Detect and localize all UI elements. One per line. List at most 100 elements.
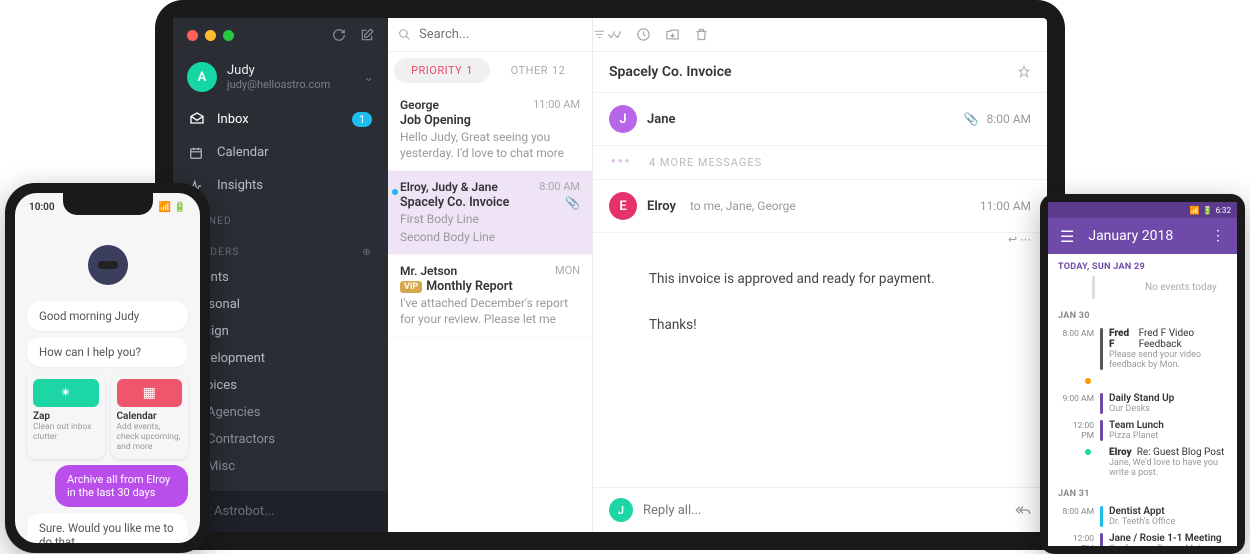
pin-icon[interactable]	[1017, 65, 1031, 79]
card-title: Zap	[33, 411, 99, 422]
add-folder-icon[interactable]: ⊕	[362, 247, 372, 258]
message-time: 8:00 AM	[987, 112, 1031, 126]
close-window-icon[interactable]	[187, 30, 198, 41]
nav-insights-label: Insights	[217, 178, 263, 193]
message-row[interactable]: Mr. JetsonMON VIPMonthly Report I've att…	[388, 255, 592, 337]
sender-name: Elroy	[647, 199, 676, 214]
card-title: Calendar	[117, 411, 183, 422]
message-time: 8:00 AM	[539, 180, 580, 194]
avatar: J	[609, 105, 637, 133]
attachment-icon: 📎	[565, 196, 580, 210]
phone-android-screen: 📶 🔋 6:32 ☰ January 2018 ⋮ TODAY, SUN JAN…	[1048, 202, 1237, 546]
message-subject: Spacely Co. Invoice	[400, 195, 509, 210]
search-input[interactable]	[419, 27, 585, 42]
zap-card[interactable]: ✴ Zap Clean out inbox clutter	[27, 373, 105, 459]
hamburger-icon[interactable]: ☰	[1060, 227, 1074, 246]
bot-message: Good morning Judy	[27, 301, 188, 331]
phone-iphone-frame: 10:00 📶 🔋 Good morning Judy How can I he…	[5, 183, 210, 553]
reply-bar: J	[593, 487, 1047, 532]
reply-icon[interactable]: ↩	[1008, 233, 1017, 246]
minimize-window-icon[interactable]	[205, 30, 216, 41]
calendar-title: January 2018	[1088, 228, 1173, 244]
inbox-icon	[189, 111, 205, 127]
message-from: Mr. Jetson	[400, 264, 457, 278]
battery-icon: 🔋	[1203, 206, 1213, 215]
avatar: E	[609, 192, 637, 220]
vip-badge: VIP	[400, 281, 422, 293]
notch	[63, 193, 153, 215]
status-time: 10:00	[29, 202, 55, 213]
event-time: 8:00 AM	[1058, 328, 1094, 370]
window-controls	[173, 18, 388, 52]
trash-icon[interactable]	[694, 27, 709, 42]
event-marker	[1058, 447, 1094, 478]
calendar-event[interactable]	[1048, 373, 1237, 390]
message-preview: Hello Judy, Great seeing you yesterday. …	[400, 130, 580, 161]
thread-message-collapsed[interactable]: J Jane 📎 8:00 AM	[593, 93, 1047, 146]
message-subject: Job Opening	[400, 113, 580, 128]
avatar: A	[187, 62, 217, 92]
calendar-event[interactable]: 12:00 PM Team LunchPizza Planet	[1048, 417, 1237, 444]
reply-all-icon[interactable]	[1015, 502, 1031, 518]
sync-icon[interactable]	[332, 28, 346, 42]
day-header-today: TODAY, SUN JAN 29	[1048, 254, 1237, 276]
signal-icon: 📶	[1190, 206, 1200, 215]
card-subtitle: Clean out inbox clutter	[33, 422, 99, 442]
calendar-card[interactable]: ▦ Calendar Add events, check upcoming, a…	[111, 373, 189, 459]
sender-name: Jane	[647, 112, 675, 127]
compose-icon[interactable]	[360, 28, 374, 42]
tab-priority[interactable]: PRIORITY1	[394, 58, 490, 83]
mark-done-icon[interactable]	[607, 27, 622, 42]
no-events-label: No events today	[1092, 276, 1237, 299]
zap-icon: ✴	[33, 379, 99, 407]
inbox-badge: 1	[352, 112, 372, 127]
event-time: 12:00 PM	[1058, 420, 1094, 441]
thread-pane: Spacely Co. Invoice J Jane 📎 8:00 AM 4 MO…	[593, 18, 1047, 532]
move-icon[interactable]	[665, 27, 680, 42]
thread-subject: Spacely Co. Invoice	[609, 64, 732, 80]
calendar-event[interactable]: 8:00 AM Fred F Fred F Video FeedbackPlea…	[1048, 325, 1237, 373]
day-header: JAN 30	[1048, 303, 1237, 325]
calendar-icon	[189, 146, 205, 160]
nav-calendar[interactable]: Calendar	[173, 136, 388, 169]
day-header: JAN 31	[1048, 481, 1237, 503]
maximize-window-icon[interactable]	[223, 30, 234, 41]
more-icon[interactable]: ⋮	[1211, 228, 1225, 244]
message-from: George	[400, 98, 439, 112]
tab-other[interactable]: OTHER12	[490, 58, 586, 83]
calendar-header: ☰ January 2018 ⋮	[1048, 218, 1237, 254]
calendar-event[interactable]: Elroy Re: Guest Blog PostJane, We'd love…	[1048, 444, 1237, 481]
message-list-pane: PRIORITY1 OTHER12 George 11:00 AM Job Ope…	[388, 18, 593, 532]
account-name: Judy	[227, 63, 353, 78]
calendar-event[interactable]: 8:00 AM Dentist ApptDr. Teeth's Office	[1048, 503, 1237, 530]
calendar-event[interactable]: 12:00 PM Jane / Rosie 1-1 MeetingConfere…	[1048, 530, 1237, 546]
more-messages-toggle[interactable]: 4 MORE MESSAGES	[593, 146, 1047, 180]
user-message: Archive all from Elroy in the last 30 da…	[55, 465, 188, 507]
avatar: J	[609, 498, 633, 522]
message-row[interactable]: George 11:00 AM Job Opening Hello Judy, G…	[388, 89, 592, 171]
more-icon[interactable]: ⋯	[1020, 233, 1031, 246]
inbox-tabs: PRIORITY1 OTHER12	[388, 52, 592, 89]
thread-message-expanded: E Elroy to me, Jane, George 11:00 AM	[593, 180, 1047, 233]
nav-inbox-label: Inbox	[217, 112, 249, 127]
snooze-icon[interactable]	[636, 27, 651, 42]
message-row[interactable]: Elroy, Judy & Jane8:00 AM Spacely Co. In…	[388, 171, 592, 255]
search-bar	[388, 18, 592, 52]
event-time: 9:00 AM	[1058, 393, 1094, 414]
message-time: 11:00 AM	[533, 98, 580, 112]
nav-calendar-label: Calendar	[217, 145, 269, 160]
message-body: This invoice is approved and ready for p…	[593, 254, 1047, 487]
search-icon[interactable]	[398, 28, 411, 41]
card-subtitle: Add events, check upcoming, and more	[117, 422, 183, 453]
astrobot-logo-icon	[88, 245, 128, 285]
account-switcher[interactable]: A Judy judy@helloastro.com ⌄	[173, 52, 388, 102]
attachment-icon: 📎	[964, 112, 979, 126]
event-time: 12:00 PM	[1058, 533, 1094, 546]
message-actions[interactable]: ↩ ⋯	[992, 233, 1047, 254]
nav-inbox[interactable]: Inbox 1	[173, 102, 388, 136]
phone-android-frame: 📶 🔋 6:32 ☰ January 2018 ⋮ TODAY, SUN JAN…	[1040, 194, 1245, 554]
message-time: 11:00 AM	[980, 199, 1031, 213]
reply-input[interactable]	[643, 503, 1005, 518]
calendar-event[interactable]: 9:00 AM Daily Stand UpOur Desks	[1048, 390, 1237, 417]
recipients: to me, Jane, George	[690, 199, 796, 213]
